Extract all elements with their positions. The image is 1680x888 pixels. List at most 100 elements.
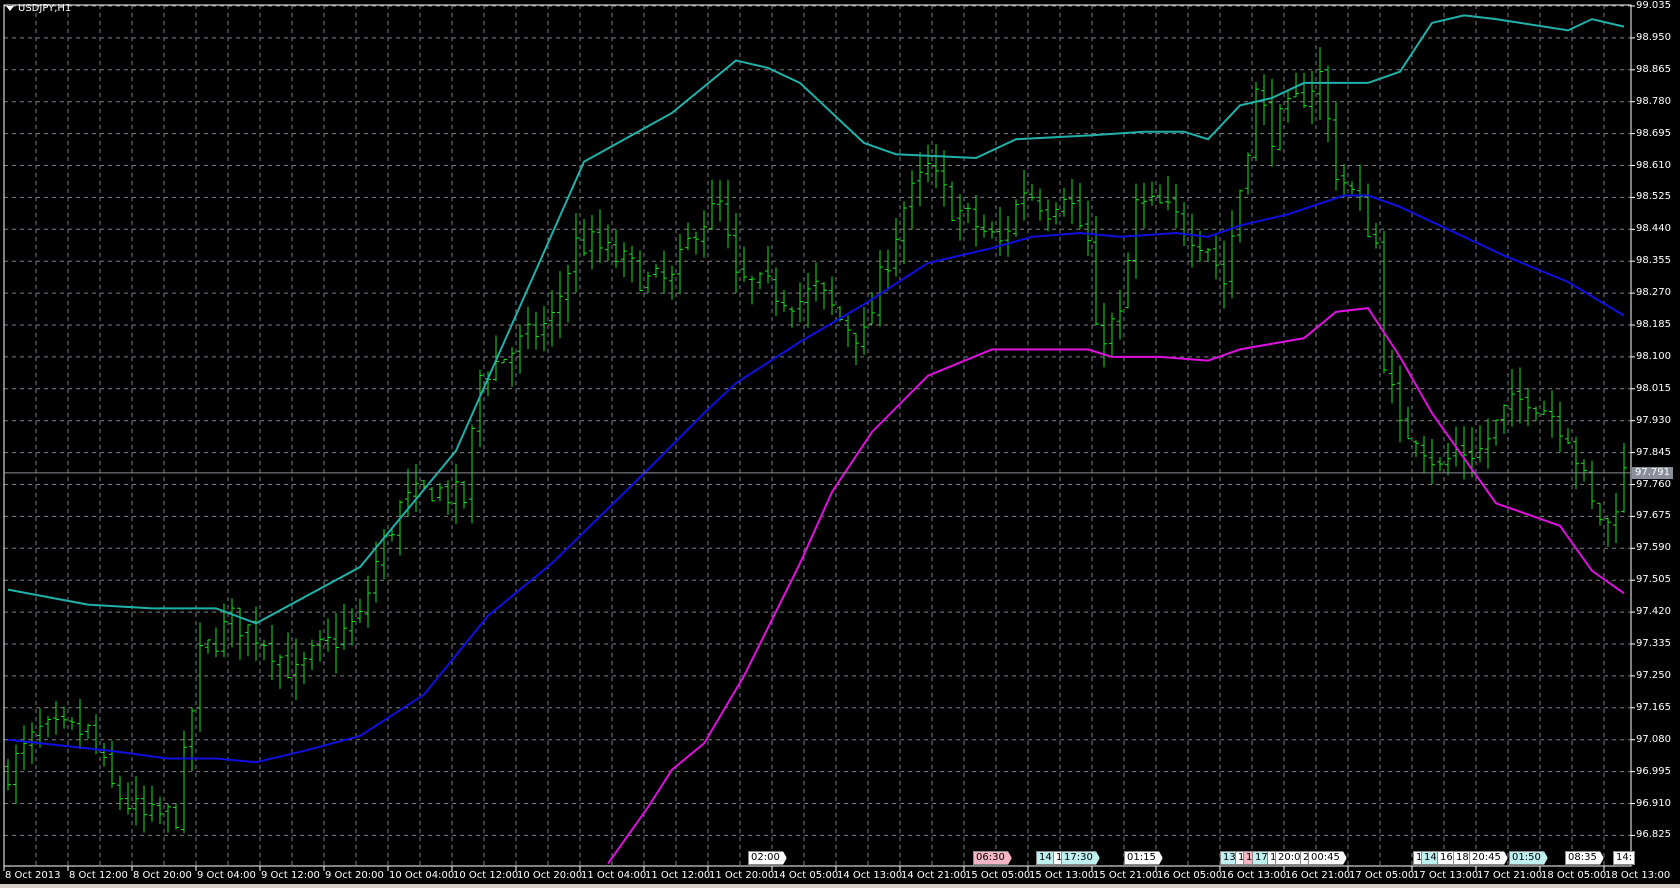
- price-axis-label: 96.995: [1636, 765, 1671, 777]
- ohlc-bar: [805, 272, 811, 328]
- ohlc-bar: [957, 194, 963, 241]
- ohlc-bar: [189, 707, 195, 771]
- ohlc-bar: [749, 275, 755, 305]
- event-marker[interactable]: 00:45: [1308, 851, 1347, 865]
- event-marker[interactable]: 06:30: [973, 851, 1012, 865]
- ohlc-bar: [1357, 164, 1363, 211]
- ohlc-bar: [1573, 436, 1579, 490]
- ohlc-bar: [1229, 210, 1235, 299]
- ohlc-bar: [1109, 312, 1115, 358]
- ohlc-bar: [1341, 164, 1347, 198]
- dropdown-triangle-icon[interactable]: [6, 6, 14, 11]
- ohlc-bar: [1077, 182, 1083, 229]
- ohlc-bar: [685, 222, 691, 251]
- time-axis-label: 8 Oct 2013: [5, 870, 61, 881]
- price-axis-label: 97.250: [1636, 669, 1671, 681]
- ohlc-bar: [893, 217, 899, 277]
- ohlc-bar: [1581, 459, 1587, 482]
- event-marker[interactable]: 17:30: [1061, 851, 1100, 865]
- ohlc-bar: [1069, 178, 1075, 225]
- ohlc-bar: [1613, 492, 1619, 543]
- ohlc-bar: [653, 263, 659, 278]
- event-marker[interactable]: 01:50: [1509, 851, 1548, 865]
- ohlc-bar: [197, 622, 203, 732]
- ohlc-bar: [821, 281, 827, 310]
- price-axis-label: 98.525: [1636, 191, 1671, 203]
- ohlc-bar: [981, 214, 987, 238]
- ohlc-bar: [965, 202, 971, 224]
- ohlc-bar: [901, 201, 907, 265]
- ohlc-bar: [1389, 349, 1395, 404]
- time-axis-label: 8 Oct 20:00: [133, 870, 192, 881]
- ohlc-bar: [85, 723, 91, 739]
- ohlc-bar: [205, 639, 211, 654]
- price-axis-label: 97.505: [1636, 574, 1671, 586]
- ohlc-bar: [605, 224, 611, 262]
- ohlc-bar: [1429, 438, 1435, 485]
- time-axis-label: 8 Oct 12:00: [69, 870, 128, 881]
- event-marker[interactable]: 02:00: [748, 851, 787, 865]
- ohlc-bar: [1101, 303, 1107, 368]
- ohlc-bar: [1405, 406, 1411, 440]
- ohlc-bar: [341, 604, 347, 650]
- ohlc-bar: [989, 221, 995, 239]
- ohlc-bar: [885, 249, 891, 291]
- ohlc-bar: [1349, 181, 1355, 195]
- event-marker[interactable]: 14:: [1613, 851, 1636, 865]
- ohlc-bar: [1557, 401, 1563, 453]
- ohlc-bar: [1189, 213, 1195, 268]
- event-marker[interactable]: 01:15: [1124, 851, 1163, 865]
- ohlc-bar: [581, 219, 587, 256]
- price-axis-label: 97.590: [1636, 542, 1671, 554]
- ohlc-bar: [621, 242, 627, 278]
- ohlc-bar: [461, 480, 467, 509]
- ohlc-bar: [1037, 188, 1043, 221]
- ohlc-bar: [77, 698, 83, 749]
- event-marker[interactable]: 20:45: [1469, 851, 1508, 865]
- ohlc-bar: [997, 206, 1003, 256]
- bollinger-lower-line: [607, 307, 1625, 865]
- ohlc-bar: [1517, 367, 1523, 424]
- ohlc-bar: [61, 706, 67, 729]
- ohlc-bar: [5, 758, 11, 791]
- ohlc-bar: [173, 803, 179, 830]
- price-chart[interactable]: [0, 0, 1680, 888]
- ohlc-bar: [1549, 390, 1555, 438]
- ohlc-bar: [469, 424, 475, 524]
- price-bars: [5, 47, 1627, 834]
- ohlc-bar: [765, 245, 771, 284]
- ohlc-bar: [1421, 435, 1427, 474]
- ohlc-bar: [1045, 199, 1051, 232]
- ohlc-bar: [973, 195, 979, 247]
- ohlc-bar: [549, 290, 555, 347]
- chart-title[interactable]: USDJPY,H1: [6, 3, 71, 14]
- ohlc-bar: [1597, 502, 1603, 526]
- ohlc-bar: [829, 276, 835, 316]
- ohlc-bar: [277, 654, 283, 689]
- time-axis-label: 9 Oct 04:00: [197, 870, 256, 881]
- price-axis-label: 98.270: [1636, 287, 1671, 299]
- ohlc-bar: [573, 212, 579, 293]
- ohlc-bar: [1165, 176, 1171, 211]
- ohlc-bar: [413, 463, 419, 512]
- price-axis-label: 97.675: [1636, 510, 1671, 522]
- ohlc-bar: [21, 725, 27, 770]
- plot-frame: [3, 4, 1632, 867]
- ohlc-bar: [1117, 289, 1123, 340]
- ohlc-bar: [69, 717, 75, 730]
- price-axis-label: 98.355: [1636, 255, 1671, 267]
- ohlc-bar: [1021, 170, 1027, 221]
- event-marker[interactable]: 08:35: [1565, 851, 1604, 865]
- price-axis-label: 98.100: [1636, 350, 1671, 362]
- ohlc-bar: [717, 180, 723, 222]
- time-axis-label: 17 Oct 05:00: [1349, 870, 1415, 881]
- price-axis-label: 97.080: [1636, 733, 1671, 745]
- ohlc-bar: [53, 701, 59, 735]
- time-axis-label: 9 Oct 12:00: [261, 870, 320, 881]
- ohlc-bar: [141, 785, 147, 833]
- price-axis-label: 97.335: [1636, 638, 1671, 649]
- price-axis-label: 97.165: [1636, 701, 1671, 713]
- chart-window[interactable]: USDJPY,H1 99.035 98.950 98.865 98.780 98.695…: [0, 0, 1680, 888]
- ohlc-bar: [733, 212, 739, 293]
- ohlc-bar: [797, 282, 803, 323]
